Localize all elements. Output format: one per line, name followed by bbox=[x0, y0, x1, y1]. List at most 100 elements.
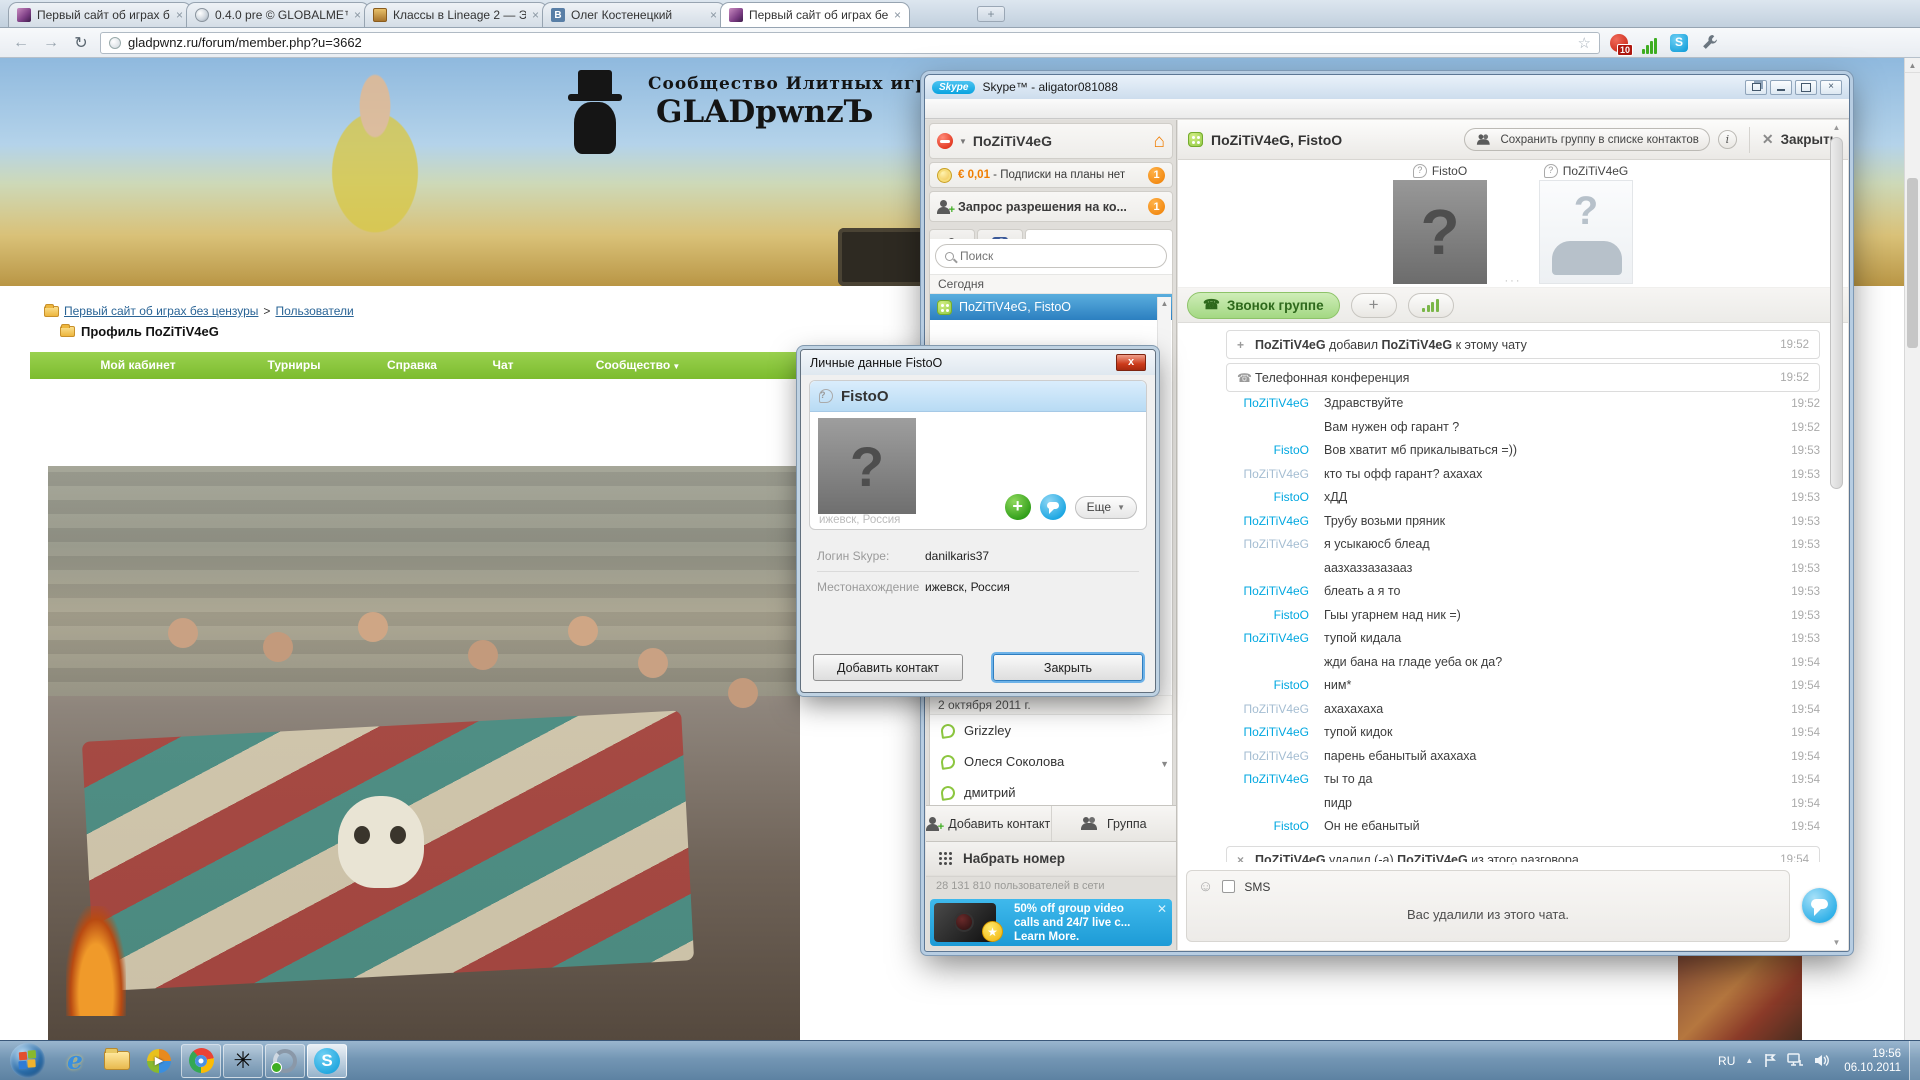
nav-help[interactable]: Справка bbox=[387, 358, 437, 372]
group-call-button[interactable]: ☎ Звонок группе bbox=[1187, 292, 1340, 319]
bookmark-star-icon[interactable]: ☆ bbox=[1578, 34, 1591, 52]
forward-icon[interactable]: → bbox=[40, 34, 62, 52]
clock[interactable]: 19:56 06.10.2011 bbox=[1844, 1047, 1901, 1075]
group-button[interactable]: Группа bbox=[1052, 806, 1177, 841]
taskbar-media-player[interactable] bbox=[139, 1044, 179, 1078]
avatar[interactable]: ? bbox=[1539, 180, 1633, 284]
save-group-button[interactable]: Сохранить группу в списке контактов bbox=[1464, 128, 1709, 151]
balance-row[interactable]: € 0,01 - Подписки на планы нет 1 bbox=[929, 162, 1173, 188]
tab-close-icon[interactable]: × bbox=[176, 8, 183, 22]
nav-tournaments[interactable]: Турниры bbox=[268, 358, 321, 372]
chat-button[interactable] bbox=[1040, 494, 1066, 520]
wrench-icon[interactable] bbox=[1698, 32, 1720, 54]
new-tab-button[interactable]: + bbox=[977, 6, 1005, 22]
tray-time: 19:56 bbox=[1844, 1047, 1901, 1061]
maximize-icon[interactable] bbox=[1795, 80, 1817, 95]
drag-handle[interactable]: ··· bbox=[1505, 275, 1522, 287]
message-bubble-button[interactable] bbox=[1802, 888, 1837, 923]
taskbar-pinwheel-app[interactable]: ✳ bbox=[223, 1044, 263, 1078]
close-icon[interactable]: × bbox=[1820, 80, 1842, 95]
start-button[interactable] bbox=[10, 1043, 45, 1078]
tab-close-icon[interactable]: × bbox=[894, 8, 901, 22]
message-input-area[interactable]: ☺ SMS Вас удалили из этого чата. bbox=[1186, 870, 1790, 942]
breadcrumb-home-link[interactable]: Первый сайт об играх без цензуры bbox=[64, 304, 258, 318]
ad-close-icon[interactable]: ✕ bbox=[1157, 902, 1167, 916]
browser-tab[interactable]: Первый сайт об играх без × bbox=[8, 2, 192, 27]
emoticon-icon[interactable]: ☺ bbox=[1198, 878, 1213, 895]
dialog-titlebar[interactable]: Личные данные FistoO x bbox=[801, 350, 1155, 375]
scroll-down-icon[interactable]: ▼ bbox=[1829, 938, 1844, 947]
language-indicator[interactable]: RU bbox=[1718, 1054, 1735, 1068]
dial-number-button[interactable]: Набрать номер bbox=[926, 841, 1176, 875]
scroll-up-icon[interactable]: ▲ bbox=[1829, 123, 1844, 132]
chat-scrollbar[interactable]: ▲ ▼ bbox=[1829, 123, 1844, 947]
taskbar-ie[interactable]: e bbox=[55, 1044, 95, 1078]
show-desktop-button[interactable] bbox=[1909, 1041, 1920, 1080]
nav-community[interactable]: Сообщество bbox=[596, 358, 681, 372]
compact-view-icon[interactable] bbox=[1745, 80, 1767, 95]
action-center-flag-icon[interactable] bbox=[1763, 1053, 1777, 1068]
ad-learn-more-link[interactable]: Learn More. bbox=[1014, 930, 1130, 944]
dialog-close-icon[interactable]: x bbox=[1116, 354, 1146, 371]
add-contact-button[interactable]: + Добавить контакт bbox=[926, 806, 1052, 841]
resize-handle[interactable]: ◦ bbox=[1511, 859, 1515, 870]
call-quality-button[interactable] bbox=[1408, 293, 1454, 318]
dnd-status-icon[interactable] bbox=[937, 133, 953, 149]
scroll-up-icon[interactable]: ▲ bbox=[1158, 297, 1171, 308]
browser-tab[interactable]: Классы в Lineage 2 — Энц × bbox=[364, 2, 548, 27]
nav-chat[interactable]: Чат bbox=[493, 358, 514, 372]
search-box[interactable] bbox=[935, 244, 1167, 268]
tab-close-icon[interactable]: × bbox=[354, 8, 361, 22]
hidden-icons-arrow[interactable]: ▲ bbox=[1745, 1056, 1753, 1065]
contact-item[interactable]: дмитрий bbox=[930, 777, 1172, 805]
sms-checkbox[interactable] bbox=[1222, 880, 1235, 893]
contacts-block: 2 октября 2011 г. Grizzley Олеся Соколов… bbox=[929, 695, 1173, 805]
contact-request-row[interactable]: + Запрос разрешения на ко... 1 bbox=[929, 191, 1173, 222]
chat-message: ПоZiTiV4eG ты то да 19:54 bbox=[1186, 772, 1820, 796]
home-icon[interactable]: ⌂ bbox=[1154, 132, 1165, 151]
browser-tab[interactable]: 0.4.0 pre © GLOBALME™ (1 × bbox=[186, 2, 370, 27]
more-button[interactable]: Еще▼ bbox=[1075, 496, 1137, 519]
taskbar-explorer[interactable] bbox=[97, 1044, 137, 1078]
avatar[interactable]: ? bbox=[1393, 180, 1487, 284]
chat-close-button[interactable]: ✕ Закрыть bbox=[1762, 131, 1838, 148]
contact-item[interactable]: Grizzley bbox=[930, 715, 1172, 746]
extension-red-icon[interactable]: 10 bbox=[1608, 32, 1630, 54]
tab-close-icon[interactable]: × bbox=[710, 8, 717, 22]
status-row[interactable]: ▼ ПоZiTiV4eG ⌂ bbox=[929, 123, 1173, 159]
skype-titlebar[interactable]: Skype Skype™ - aligator081088 × bbox=[925, 75, 1849, 99]
add-button[interactable]: + bbox=[1005, 494, 1031, 520]
address-bar[interactable]: gladpwnz.ru/forum/member.php?u=3662 ☆ bbox=[100, 32, 1600, 54]
tab-close-icon[interactable]: × bbox=[532, 8, 539, 22]
volume-icon[interactable] bbox=[1814, 1053, 1830, 1068]
close-button[interactable]: Закрыть bbox=[993, 654, 1143, 681]
back-icon[interactable]: ← bbox=[10, 34, 32, 52]
add-participant-button[interactable]: + bbox=[1351, 293, 1397, 318]
scrollbar-thumb[interactable] bbox=[1907, 178, 1918, 348]
scrollbar-thumb[interactable] bbox=[1830, 137, 1843, 489]
page-scrollbar[interactable]: ▲ bbox=[1904, 58, 1920, 1040]
reload-icon[interactable]: ↻ bbox=[70, 33, 92, 53]
minimize-icon[interactable] bbox=[1770, 80, 1792, 95]
taskbar-skype[interactable]: S bbox=[307, 1044, 347, 1078]
skype-extension-icon[interactable]: S bbox=[1668, 32, 1690, 54]
selected-conversation[interactable]: ПоZiTiV4eG, FistoO bbox=[930, 294, 1172, 320]
nav-my-cabinet[interactable]: Мой кабинет bbox=[100, 358, 175, 372]
browser-tab[interactable]: Первый сайт об играх без × bbox=[720, 2, 910, 27]
ad-banner[interactable]: ★ 50% off group video calls and 24/7 liv… bbox=[930, 899, 1172, 946]
scroll-up-icon[interactable]: ▲ bbox=[1905, 58, 1920, 73]
coin-icon bbox=[937, 168, 952, 183]
breadcrumb-users-link[interactable]: Пользователи bbox=[275, 304, 353, 318]
system-message-icon bbox=[1237, 371, 1255, 385]
contact-item[interactable]: Олеся Соколова bbox=[930, 746, 1172, 777]
taskbar-chrome[interactable] bbox=[181, 1044, 221, 1078]
message-author: ПоZiTiV4eG bbox=[1186, 514, 1324, 528]
network-icon[interactable] bbox=[1787, 1053, 1804, 1068]
signal-bars-icon[interactable] bbox=[1638, 32, 1660, 54]
scroll-down-icon[interactable]: ▼ bbox=[1160, 759, 1169, 769]
info-button[interactable]: i bbox=[1718, 130, 1737, 149]
browser-tab[interactable]: В Олег Костенецкий × bbox=[542, 2, 726, 27]
add-contact-button[interactable]: Добавить контакт bbox=[813, 654, 963, 681]
taskbar-swirl-app[interactable] bbox=[265, 1044, 305, 1078]
search-input[interactable] bbox=[960, 249, 1130, 263]
